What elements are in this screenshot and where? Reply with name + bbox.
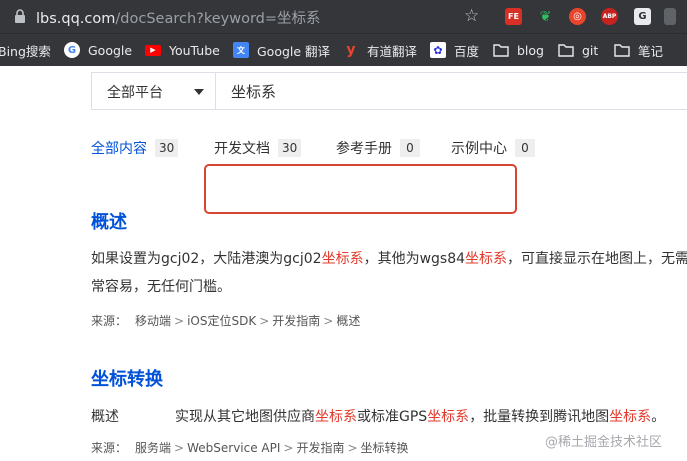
- result-title-coordinate-conversion[interactable]: 坐标转换: [91, 365, 163, 391]
- bookmark-notes[interactable]: 笔记: [614, 41, 663, 59]
- google-icon: G: [64, 42, 80, 58]
- folder-icon: [558, 44, 574, 57]
- search-page: 全部平台 坐标系 全部内容 30 开发文档 30 参考手册 0 示例中心 0 概…: [0, 66, 687, 461]
- bookmark-git[interactable]: git: [558, 41, 598, 59]
- url-text[interactable]: lbs.qq.com/docSearch?keyword=坐标系: [36, 7, 321, 28]
- evernote-icon[interactable]: ❦: [537, 8, 554, 25]
- search-input[interactable]: 坐标系: [231, 81, 276, 102]
- caret-down-icon: [194, 89, 204, 95]
- result-title-overview[interactable]: 概述: [91, 208, 127, 234]
- translate-icon: 文: [233, 42, 249, 58]
- url-path: /docSearch?keyword=坐标系: [115, 11, 321, 27]
- tab-examples[interactable]: 示例中心 0: [451, 138, 535, 158]
- bookmark-youtube[interactable]: ▶ YouTube: [145, 41, 220, 59]
- youdao-icon: y: [346, 42, 356, 58]
- tab-count: 30: [278, 139, 302, 157]
- platform-label: 全部平台: [107, 85, 163, 101]
- watermark: @稀土掘金技术社区: [545, 435, 663, 450]
- extension-menu-icon[interactable]: [664, 8, 676, 25]
- netease-music-icon[interactable]: ◎: [569, 8, 586, 25]
- youtube-icon: ▶: [145, 44, 161, 56]
- lock-icon: [15, 9, 25, 23]
- tab-reference[interactable]: 参考手册 0: [336, 138, 420, 158]
- bookmark-google-translate[interactable]: 文 Google 翻译: [233, 41, 330, 59]
- tab-count: 0: [515, 139, 535, 157]
- extension-g-icon[interactable]: G: [634, 8, 651, 25]
- baidu-icon: ✿: [430, 42, 446, 58]
- folder-icon: [614, 44, 630, 57]
- bookmark-bing[interactable]: Bing搜索: [0, 41, 51, 59]
- breadcrumb: 来源： 服务端 > WebService API > 开发指南 > 坐标转换: [91, 441, 409, 455]
- tab-count: 0: [400, 139, 420, 157]
- bookmark-youdao[interactable]: y 有道翻译: [343, 41, 417, 59]
- bookmark-google[interactable]: G Google: [64, 41, 132, 59]
- folder-icon: [493, 44, 509, 57]
- result-snippet: 概述 实现从其它地图供应商坐标系或标准GPS坐标系，批量转换到腾讯地图坐标系。: [91, 409, 666, 425]
- search-bar: 全部平台 坐标系: [91, 72, 687, 110]
- browser-chrome: lbs.qq.com/docSearch?keyword=坐标系 ☆ FE ❦ …: [0, 0, 687, 66]
- bookmark-baidu[interactable]: ✿ 百度: [430, 41, 479, 59]
- platform-select[interactable]: 全部平台: [92, 73, 216, 109]
- annotation-highlight-box: [204, 164, 517, 214]
- result-snippet-line2: 常容易，无任何门槛。: [91, 279, 231, 295]
- result-snippet: 如果设置为gcj02，大陆港澳为gcj02坐标系，其他为wgs84坐标系，可直接…: [91, 251, 687, 267]
- tab-count: 30: [155, 139, 179, 157]
- extension-fe-icon[interactable]: FE: [505, 8, 522, 25]
- address-bar[interactable]: lbs.qq.com/docSearch?keyword=坐标系 ☆ FE ❦ …: [0, 0, 687, 33]
- bookmark-blog[interactable]: blog: [493, 41, 544, 59]
- bookmarks-bar: Bing搜索 G Google ▶ YouTube 文 Google 翻译 y …: [0, 33, 687, 66]
- tab-all[interactable]: 全部内容 30: [91, 138, 179, 158]
- tab-dev-docs[interactable]: 开发文档 30: [214, 138, 302, 158]
- breadcrumb: 来源： 移动端 > iOS定位SDK > 开发指南 > 概述: [91, 314, 361, 328]
- url-host: lbs.qq.com: [36, 11, 116, 27]
- bookmark-star-icon[interactable]: ☆: [464, 6, 479, 26]
- extension-abp-icon[interactable]: ABP: [601, 8, 618, 25]
